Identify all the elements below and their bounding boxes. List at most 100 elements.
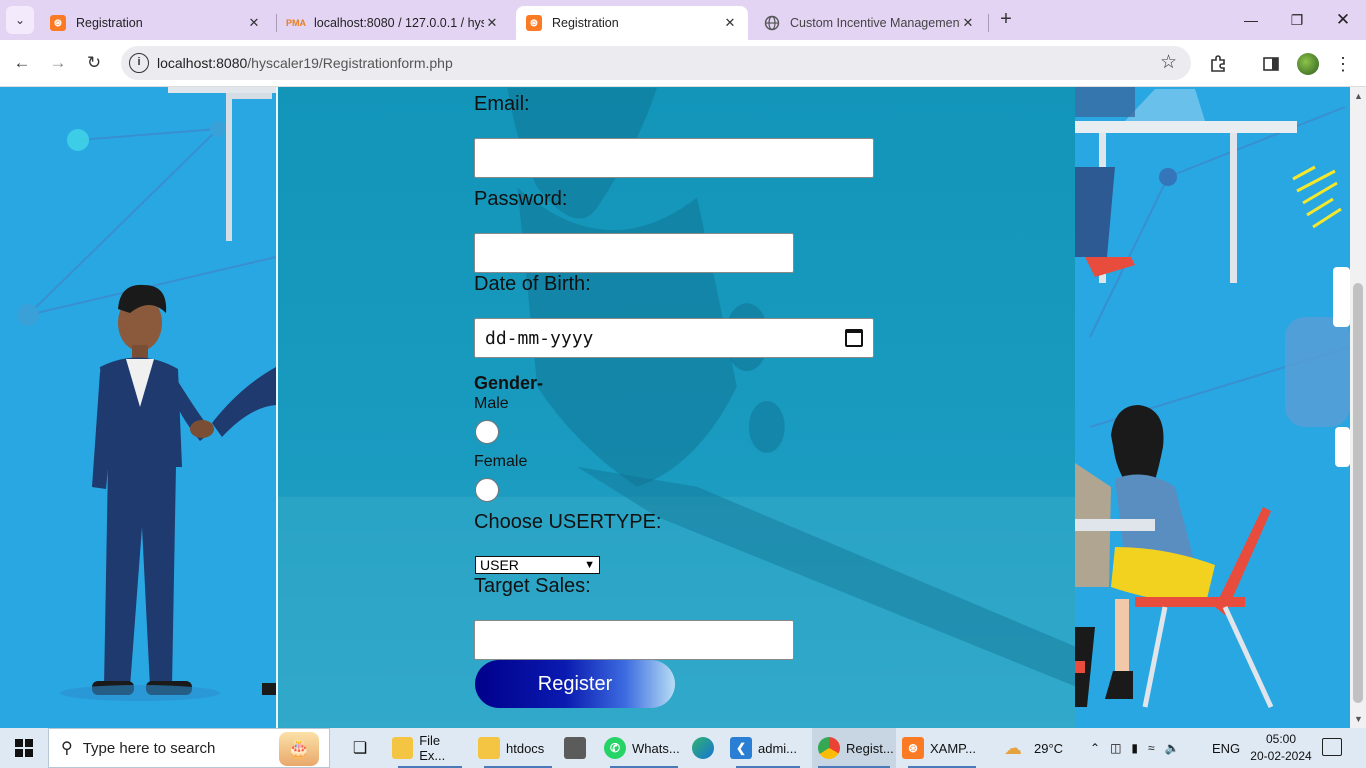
taskbar-htdocs[interactable]: htdocs [478, 728, 558, 768]
wifi-icon[interactable]: ≈ [1148, 741, 1155, 755]
chevron-down-icon: ▼ [584, 559, 595, 571]
tab-phpmyadmin[interactable]: PMA localhost:8080 / 127.0.0.1 / hysc ✕ [278, 6, 510, 40]
battery-icon[interactable]: ▮ [1131, 741, 1138, 755]
tab-custom-incentive[interactable]: Custom Incentive Management ✕ [754, 6, 986, 40]
taskbar: ⚲ Type here to search 🎂 ❏ File Ex... htd… [0, 728, 1366, 768]
dob-label: Date of Birth: [474, 273, 591, 295]
bookmark-star-icon[interactable]: ☆ [1160, 51, 1177, 74]
volume-icon[interactable]: 🔈 [1165, 741, 1180, 755]
tab-strip: ⌄ ⊛ Registration ✕ PMA localhost:8080 / … [0, 0, 1366, 40]
target-sales-label: Target Sales: [474, 575, 591, 597]
more-menu-icon[interactable]: ⋮ [1331, 52, 1355, 76]
start-button[interactable] [0, 728, 48, 768]
close-icon[interactable]: ✕ [246, 15, 262, 31]
scroll-up-icon[interactable]: ▲ [1354, 91, 1363, 101]
taskbar-edge[interactable] [692, 728, 720, 768]
calendar-icon[interactable] [845, 329, 863, 347]
female-radio[interactable] [475, 478, 499, 502]
close-icon[interactable]: ✕ [484, 15, 500, 31]
chevron-down-icon: ⌄ [14, 13, 26, 27]
forward-button[interactable]: → [45, 50, 71, 76]
tab-title: Custom Incentive Management [790, 16, 960, 30]
register-button[interactable]: Register [475, 660, 675, 708]
close-icon[interactable]: ✕ [960, 15, 976, 31]
xampp-icon: ⊛ [526, 15, 542, 31]
back-button[interactable]: ← [9, 50, 35, 76]
female-label: Female [474, 453, 528, 470]
calendar-app-icon [564, 737, 586, 759]
system-tray-icons[interactable]: ⌃ ◫ ▮ ≈ 🔈 [1090, 728, 1190, 768]
side-panel-icon[interactable] [1259, 52, 1283, 76]
target-sales-field[interactable] [474, 620, 794, 660]
usertype-selected: USER [480, 557, 519, 573]
male-radio[interactable] [475, 420, 499, 444]
tab-registration-1[interactable]: ⊛ Registration ✕ [40, 6, 272, 40]
taskbar-app-label: File Ex... [419, 733, 446, 763]
weather-widget[interactable]: ☁ 29°C [1004, 728, 1063, 768]
page-scrollbar[interactable]: ▲ ▼ [1350, 87, 1366, 728]
new-tab-button[interactable]: + [994, 8, 1018, 32]
profile-avatar[interactable] [1297, 53, 1319, 75]
taskbar-app-label: XAMP... [930, 740, 977, 756]
tab-title: Registration [552, 16, 619, 30]
restore-icon: ❐ [1290, 11, 1304, 28]
page-viewport: Email: Password: Date of Birth: dd-mm-yy… [0, 87, 1350, 728]
taskbar-app-label: Whats... [632, 740, 680, 756]
windows-icon [15, 739, 33, 757]
cake-icon: 🎂 [279, 732, 319, 766]
tab-title: Registration [76, 16, 143, 30]
reload-icon: ↻ [86, 53, 102, 72]
scroll-down-icon[interactable]: ▼ [1354, 714, 1363, 724]
taskbar-file-explorer[interactable]: File Ex... [392, 728, 468, 768]
extensions-icon[interactable] [1206, 52, 1230, 76]
password-field[interactable] [474, 233, 794, 273]
taskbar-whatsapp[interactable]: ✆ Whats... [604, 728, 684, 768]
scroll-thumb[interactable] [1353, 283, 1363, 703]
xampp-icon: ⊛ [50, 15, 66, 31]
chevron-up-icon[interactable]: ⌃ [1090, 741, 1100, 755]
minimize-button[interactable]: — [1228, 0, 1274, 40]
weather-icon: ☁ [1004, 737, 1022, 758]
email-field[interactable] [474, 138, 874, 178]
close-icon: ✕ [1335, 10, 1351, 29]
reload-button[interactable]: ↻ [81, 50, 107, 76]
taskbar-chrome[interactable]: Regist... [812, 728, 896, 768]
search-icon: ⚲ [61, 740, 73, 757]
dob-field[interactable]: dd-mm-yyyy [474, 318, 874, 358]
tab-registration-active[interactable]: ⊛ Registration ✕ [516, 6, 748, 40]
notification-icon[interactable] [1322, 738, 1342, 756]
url-text[interactable]: localhost:8080/hyscaler19/Registrationfo… [157, 55, 453, 71]
folder-icon [478, 737, 500, 759]
taskbar-app-label: admi... [758, 740, 798, 756]
globe-icon [764, 15, 780, 31]
email-label: Email: [474, 93, 530, 115]
usertype-select[interactable]: USER ▼ [475, 556, 600, 574]
address-bar[interactable]: i localhost:8080/hyscaler19/Registration… [121, 46, 1191, 80]
folder-icon [392, 737, 414, 759]
tab-search-button[interactable]: ⌄ [6, 6, 34, 34]
tab-separator [276, 14, 277, 32]
restore-button[interactable]: ❐ [1274, 0, 1320, 40]
edge-icon [692, 737, 714, 759]
language-indicator[interactable]: ENG [1212, 728, 1240, 768]
password-label: Password: [474, 188, 568, 210]
taskbar-calendar[interactable] [564, 728, 592, 768]
arrow-right-icon: → [49, 53, 67, 72]
taskbar-app-label: htdocs [506, 740, 545, 756]
task-view-button[interactable]: ❏ [346, 728, 374, 768]
url-path: /hyscaler19/Registrationform.php [247, 55, 453, 71]
close-icon[interactable]: ✕ [722, 15, 738, 31]
meet-icon[interactable]: ◫ [1110, 741, 1121, 755]
phpmyadmin-icon: PMA [286, 18, 306, 28]
clock[interactable]: 05:00 20-02-2024 [1246, 731, 1316, 765]
site-info-icon[interactable]: i [129, 53, 149, 73]
right-illustration [1075, 87, 1350, 728]
tab-separator [988, 14, 989, 32]
taskbar-vscode[interactable]: ❮ admi... [730, 728, 806, 768]
close-window-button[interactable]: ✕ [1320, 0, 1366, 40]
taskbar-xampp[interactable]: ⊛ XAMP... [902, 728, 982, 768]
taskbar-app-label: Regist... [846, 740, 894, 756]
tab-title: localhost:8080 / 127.0.0.1 / hysc [314, 16, 484, 30]
taskbar-search[interactable]: ⚲ Type here to search 🎂 [48, 728, 330, 768]
left-illustration [0, 87, 276, 728]
